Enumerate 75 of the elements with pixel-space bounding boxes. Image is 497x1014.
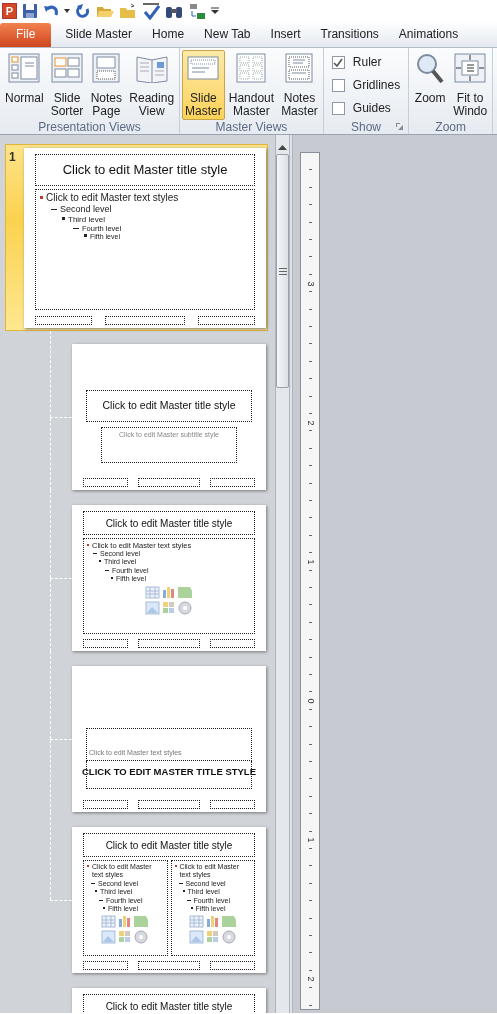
- bullet-text: Click to edit Master text styles: [40, 192, 250, 204]
- ribbon-button[interactable]: Notes Master: [278, 50, 321, 120]
- customize-icon[interactable]: [211, 6, 219, 15]
- footer-placeholder: [210, 639, 255, 648]
- ribbon-button[interactable]: Fit to Windo: [450, 50, 491, 120]
- ribbon-button[interactable]: Slide Master: [182, 50, 225, 120]
- caret-icon[interactable]: [64, 8, 70, 13]
- title-placeholder: Click to edit Master title style: [83, 994, 255, 1013]
- handout-master-icon: [235, 53, 268, 83]
- title-placeholder: Click to edit Master title style: [83, 511, 255, 535]
- content-icons-drawing: [101, 915, 150, 946]
- check-icon: [333, 57, 344, 67]
- checkbox[interactable]: Gridlines: [331, 76, 401, 94]
- title-placeholder: Click to edit Master title style: [35, 154, 255, 186]
- ribbon-button[interactable]: Zoom: [411, 50, 450, 120]
- arrow-up-icon: [278, 144, 287, 150]
- footer-placeholder: [83, 478, 128, 487]
- footer-placeholder: [138, 639, 200, 648]
- ribbon-tab[interactable]: Slide Master: [55, 23, 143, 47]
- footer-placeholder: [210, 800, 255, 809]
- ruler-number: 0: [306, 695, 316, 707]
- ribbon-button[interactable]: Normal: [2, 50, 47, 120]
- slide-master-icon: [187, 53, 220, 83]
- bullet-icon: [62, 216, 65, 220]
- ribbon-button[interactable]: Notes Page: [87, 50, 126, 120]
- scrollbar-thumb[interactable]: [276, 154, 289, 388]
- notes-page-icon: [90, 53, 123, 83]
- bullet-text: Third level: [40, 214, 250, 225]
- notes-master-icon: [283, 53, 316, 83]
- bullet-icon: [40, 196, 43, 199]
- save-icon[interactable]: [22, 2, 38, 19]
- redo-icon[interactable]: [75, 2, 91, 19]
- scrollbar-track[interactable]: [275, 135, 290, 1013]
- footer-placeholder: [138, 961, 200, 970]
- replace-icon[interactable]: [188, 1, 206, 20]
- ribbon-button[interactable]: Handout Master: [225, 50, 278, 120]
- normal-view-icon: [8, 53, 41, 83]
- dialog-launcher-icon[interactable]: [396, 123, 404, 130]
- group-label: Zoom: [435, 120, 466, 134]
- ribbon-tab[interactable]: Insert: [260, 23, 311, 47]
- slide-thumbnail[interactable]: Click to edit Master title style: [72, 988, 266, 1013]
- group-label: Master Views: [215, 120, 288, 134]
- footer-placeholder: [210, 478, 255, 487]
- ribbon-button[interactable]: Slide Sorter: [47, 50, 87, 120]
- slide-sorter-icon: [51, 53, 83, 83]
- group-label: Show: [350, 120, 381, 134]
- footer-placeholder: [197, 316, 255, 325]
- bullet-text: Second level: [40, 204, 250, 215]
- ribbon-tab[interactable]: Home: [142, 23, 195, 47]
- ribbon-button[interactable]: Reading View: [126, 50, 178, 120]
- title-placeholder: Click to edit Master title style: [86, 390, 252, 422]
- checkbox[interactable]: Ruler: [331, 53, 401, 71]
- checkbox[interactable]: Guides: [331, 99, 401, 117]
- footer-placeholder: [210, 961, 255, 970]
- footer-placeholder: [138, 800, 200, 809]
- footer-placeholder: [138, 478, 200, 487]
- content-icons-drawing: [145, 585, 193, 616]
- footer-placeholder: [35, 316, 93, 325]
- spelling-icon[interactable]: [142, 1, 160, 20]
- slide-number: 1: [8, 149, 17, 166]
- app-logo[interactable]: P: [2, 2, 17, 19]
- bullet-icon: [84, 234, 87, 238]
- bullet-icon: [190, 906, 193, 909]
- bullet-icon: [182, 890, 185, 893]
- ribbon-tab[interactable]: New Tab: [194, 23, 261, 47]
- content-icons-drawing: [188, 915, 237, 946]
- ribbon-tab[interactable]: Animations: [388, 23, 469, 47]
- footer-placeholder: [83, 639, 128, 648]
- fit-to-window-icon: [454, 53, 487, 83]
- footer-placeholder: [83, 800, 128, 809]
- title-placeholder: Click to edit Master title style: [83, 833, 255, 857]
- ribbon-tab[interactable]: Transitions: [310, 23, 389, 47]
- book-icon: [135, 53, 168, 83]
- footer-placeholder: [83, 961, 128, 970]
- group-label: Presentation Views: [38, 120, 141, 134]
